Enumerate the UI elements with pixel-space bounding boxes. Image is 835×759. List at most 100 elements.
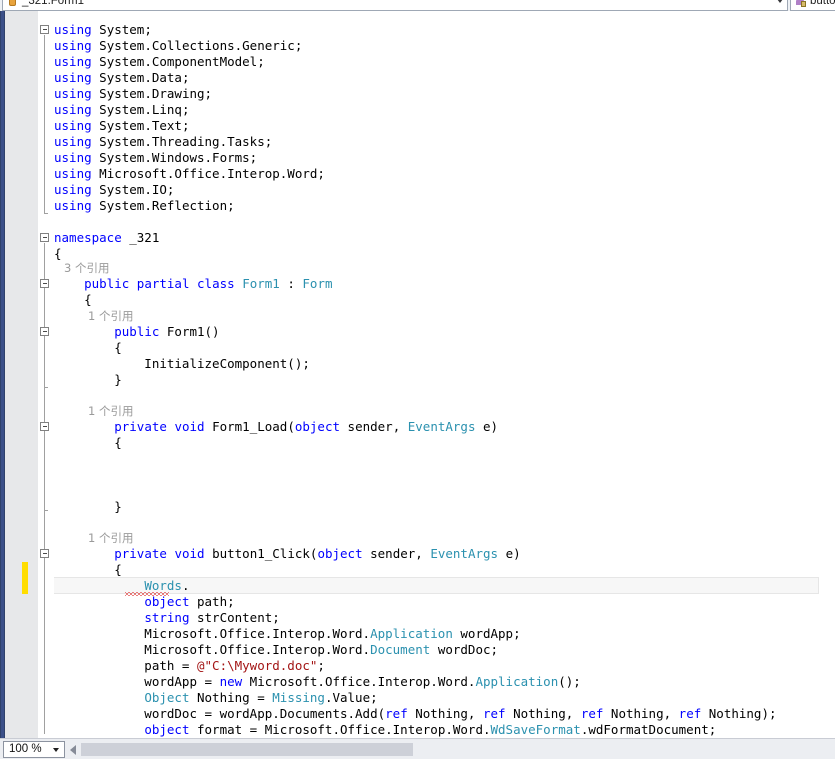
code-token: using — [54, 182, 92, 197]
code-token: Microsoft.Office.Interop.Word. — [242, 674, 476, 689]
code-token: sender, — [362, 546, 431, 561]
fold-collapse-toggle[interactable] — [40, 279, 49, 288]
code-token: EventArgs — [407, 419, 476, 434]
code-line: using System.Linq; — [54, 102, 189, 118]
code-token: using — [54, 70, 92, 85]
code-token: .wdFormatDocument; — [580, 722, 717, 737]
code-line: { — [54, 246, 62, 262]
code-token: using — [54, 166, 92, 181]
code-token: Nothing, — [505, 706, 581, 721]
member-navigation-dropdown[interactable]: button1_ — [790, 0, 835, 11]
error-squiggle-icon — [125, 592, 169, 596]
horizontal-scrollbar-thumb[interactable] — [81, 743, 413, 756]
zoom-level-dropdown[interactable]: 100 % — [3, 741, 65, 758]
code-line: public Form1() — [54, 324, 219, 340]
fold-collapse-toggle[interactable] — [40, 25, 49, 34]
code-line: using System.Drawing; — [54, 86, 212, 102]
code-token: Microsoft.Office.Interop.Word. — [54, 626, 371, 641]
codelens-reference-count[interactable]: 1 个引用 — [88, 530, 133, 546]
code-line: public partial class Form1 : Form — [54, 276, 332, 292]
code-token: ref — [678, 706, 702, 721]
horizontal-scrollbar[interactable] — [68, 740, 835, 759]
outlining-margin[interactable] — [38, 11, 54, 738]
fold-guide-line — [44, 559, 45, 734]
code-token: wordDoc = wordApp.Documents.Add( — [54, 706, 386, 721]
fold-collapse-toggle[interactable] — [40, 422, 49, 431]
fold-guide-line — [44, 432, 45, 510]
code-line: using System.IO; — [54, 182, 174, 198]
member-navigation-value: button1_ — [810, 0, 835, 7]
code-line: InitializeComponent(); — [54, 356, 310, 372]
code-token: object — [317, 546, 363, 561]
code-line: string strContent; — [54, 610, 280, 626]
code-token: wordApp = — [54, 674, 220, 689]
code-line: } — [54, 372, 122, 388]
codelens-reference-count[interactable]: 1 个引用 — [88, 308, 133, 324]
code-token: button1_Click( — [204, 546, 318, 561]
type-navigation-dropdown[interactable]: _321.Form1 — [2, 0, 788, 11]
codelens-reference-count[interactable]: 1 个引用 — [88, 403, 133, 419]
code-token: InitializeComponent(); — [54, 356, 310, 371]
code-line: { — [54, 562, 122, 578]
code-token: Nothing); — [701, 706, 777, 721]
code-token: new — [219, 674, 243, 689]
code-token: System.Drawing; — [91, 86, 213, 101]
code-line: { — [54, 435, 122, 451]
code-token: EventArgs — [430, 546, 499, 561]
code-token: class — [197, 276, 235, 291]
code-token: @"C:\Myword.doc" — [197, 658, 318, 673]
code-line: } — [54, 499, 122, 515]
code-token: path; — [189, 594, 235, 609]
code-token: System.Text; — [91, 118, 190, 133]
code-line: object format = Microsoft.Office.Interop… — [54, 722, 716, 738]
code-token: : — [279, 276, 303, 291]
class-icon — [6, 0, 19, 8]
code-token: { — [54, 340, 122, 355]
code-token: ; — [317, 658, 325, 673]
code-token: ref — [580, 706, 604, 721]
code-token: using — [54, 22, 92, 37]
code-line: using System; — [54, 22, 152, 38]
code-token: Microsoft.Office.Interop.Word; — [91, 166, 325, 181]
codelens-reference-count[interactable]: 3 个引用 — [64, 260, 109, 276]
code-line: using System.Text; — [54, 118, 189, 134]
fold-collapse-toggle[interactable] — [40, 233, 49, 242]
code-line: namespace _321 — [54, 230, 159, 246]
code-token: using — [54, 38, 92, 53]
code-token: ref — [385, 706, 408, 721]
code-token: strContent; — [189, 610, 280, 625]
scroll-left-arrow-icon[interactable] — [70, 745, 76, 755]
code-line: { — [54, 340, 122, 356]
chevron-down-icon[interactable] — [777, 0, 783, 3]
code-token: void — [174, 546, 205, 561]
fold-collapse-toggle[interactable] — [40, 327, 49, 336]
code-text-area[interactable]: using System; using System.Collections.Ge… — [54, 11, 835, 738]
code-line: using System.Threading.Tasks; — [54, 134, 272, 150]
code-token: _321 — [121, 230, 160, 245]
code-line: using System.Reflection; — [54, 198, 235, 214]
error-token: Words — [144, 578, 182, 593]
code-token: Nothing = — [189, 690, 273, 705]
chevron-down-icon[interactable] — [53, 748, 59, 752]
code-line: Object Nothing = Missing.Value; — [54, 690, 377, 706]
code-line: object path; — [54, 594, 235, 610]
fold-guide-line — [44, 337, 45, 387]
code-token: Microsoft.Office.Interop.Word. — [54, 642, 371, 657]
code-token: string — [144, 610, 190, 625]
fold-collapse-toggle[interactable] — [40, 549, 49, 558]
code-line: { — [54, 292, 92, 308]
selection-margin[interactable] — [5, 11, 38, 738]
editor-body: using System; using System.Collections.Ge… — [0, 11, 835, 738]
code-token: using — [54, 134, 92, 149]
code-token: namespace — [54, 230, 122, 245]
code-line: path = @"C:\Myword.doc"; — [54, 658, 325, 674]
code-line: using System.ComponentModel; — [54, 54, 265, 70]
code-token: format = Microsoft.Office.Interop.Word. — [189, 722, 491, 737]
status-bar: 100 % — [0, 738, 835, 759]
code-token: using — [54, 102, 92, 117]
